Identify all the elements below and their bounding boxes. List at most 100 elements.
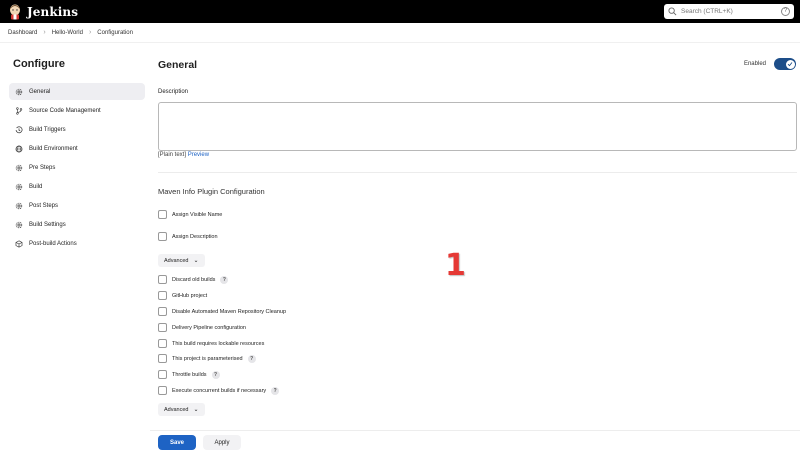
sidebar-item-build-environment[interactable]: Build Environment (9, 140, 145, 157)
sidebar-item-post-build-actions[interactable]: Post-build Actions (9, 235, 145, 252)
option-label: Discard old builds (172, 276, 216, 283)
enabled-label: Enabled (743, 61, 766, 67)
sidebar-item-label: Build Settings (29, 221, 66, 228)
branch-icon (16, 106, 23, 115)
description-textarea[interactable] (158, 102, 797, 151)
checkbox[interactable] (158, 275, 167, 284)
sidebar-item-label: Source Code Management (29, 107, 101, 114)
checkmark-icon (787, 62, 793, 67)
enabled-control: Enabled (744, 58, 796, 70)
sidebar-title: Configure (13, 58, 65, 70)
sidebar-item-label: Pre Steps (29, 164, 56, 171)
clock-icon (15, 125, 23, 133)
advanced-label: Advanced (164, 257, 189, 264)
preview-link[interactable]: Preview (188, 152, 209, 158)
option-label: Disable Automated Maven Repository Clean… (172, 308, 287, 315)
breadcrumb-configuration[interactable]: Configuration (97, 30, 133, 36)
checkbox[interactable] (158, 370, 167, 379)
sidebar-item-post-steps[interactable]: Post Steps (9, 197, 145, 214)
jenkins-logo-icon (10, 4, 20, 19)
gear-icon (15, 221, 23, 228)
chevron-down-icon: ⌄ (193, 258, 199, 264)
breadcrumb-dashboard[interactable]: Dashboard (8, 30, 37, 36)
save-button[interactable]: Save (158, 435, 196, 450)
chevron-right-icon: › (43, 29, 46, 36)
option-label: Delivery Pipeline configuration (172, 324, 246, 331)
sidebar-item-source-code-management[interactable]: Source Code Management (9, 102, 145, 119)
checkbox[interactable] (158, 354, 167, 363)
sidebar-item-label: Post-build Actions (29, 240, 77, 247)
option-concurrent-builds[interactable]: Execute concurrent builds if necessary ? (158, 386, 280, 395)
option-disable-maven-repo-cleanup[interactable]: Disable Automated Maven Repository Clean… (158, 307, 286, 316)
globe-icon (15, 145, 23, 152)
search-icon (668, 7, 677, 16)
search-box[interactable]: ? (664, 4, 794, 19)
checkbox[interactable] (158, 323, 167, 332)
configure-sidebar: Configure General Source Code Management… (0, 43, 150, 456)
option-label: GitHub project (172, 292, 208, 299)
option-label: Execute concurrent builds if necessary (172, 387, 267, 394)
search-input[interactable] (681, 8, 771, 15)
option-assign-visible-name[interactable]: Assign Visible Name (158, 210, 222, 219)
option-assign-description[interactable]: Assign Description (158, 232, 218, 241)
option-label: Assign Description (172, 233, 218, 240)
form-action-bar: Save Apply (150, 430, 800, 456)
search-help-icon[interactable]: ? (781, 6, 790, 16)
sidebar-item-label: Build Environment (29, 145, 78, 152)
option-discard-old-builds[interactable]: Discard old builds ? (158, 275, 229, 284)
checkbox[interactable] (158, 339, 167, 348)
sidebar-item-build[interactable]: Build (9, 178, 145, 195)
checkbox[interactable] (158, 210, 167, 219)
option-throttle-builds[interactable]: Throttle builds ? (158, 370, 220, 379)
apply-button[interactable]: Apply (203, 435, 241, 450)
plain-text-label: [Plain text] (158, 152, 187, 158)
help-icon[interactable]: ? (220, 275, 229, 284)
chevron-down-icon: ⌄ (193, 407, 199, 413)
gear-icon (15, 88, 23, 95)
sidebar-item-label: Build (29, 183, 43, 190)
gear-icon (15, 164, 23, 171)
enabled-toggle[interactable] (774, 58, 796, 70)
option-label: Throttle builds (172, 371, 207, 378)
option-lockable-resources[interactable]: This build requires lockable resources (158, 339, 264, 348)
breadcrumb-hello-world[interactable]: Hello-World (52, 30, 83, 36)
cube-icon (15, 239, 23, 248)
checkbox[interactable] (158, 307, 167, 316)
chevron-right-icon: › (88, 29, 92, 36)
option-parameterised[interactable]: This project is parameterised ? (158, 354, 256, 363)
advanced-label: Advanced (164, 406, 189, 413)
sidebar-item-pre-steps[interactable]: Pre Steps (9, 159, 145, 176)
help-icon[interactable]: ? (271, 386, 280, 395)
step-annotation-marker: 1 (445, 248, 466, 283)
option-label: This build requires lockable resources (172, 340, 265, 347)
jenkins-home-link[interactable]: Jenkins (8, 4, 78, 20)
sidebar-item-general[interactable]: General (9, 83, 145, 100)
option-label: Assign Visible Name (172, 211, 223, 218)
sidebar-item-label: Post Steps (29, 202, 59, 209)
page-title: General (158, 59, 198, 71)
help-icon[interactable]: ? (247, 354, 256, 363)
top-header: Jenkins ? (0, 0, 800, 23)
gear-icon (15, 183, 23, 190)
breadcrumb: Dashboard › Hello-World › Configuration (0, 23, 800, 43)
checkbox[interactable] (158, 386, 167, 395)
sidebar-nav: General Source Code Management Build Tri… (9, 83, 145, 254)
gear-icon (15, 202, 23, 209)
section-divider (158, 172, 797, 173)
jenkins-brand-name: Jenkins (27, 4, 79, 19)
option-label: This project is parameterised (172, 355, 243, 362)
general-advanced-button[interactable]: Advanced ⌄ (158, 403, 205, 416)
general-config-panel: General Enabled Description [Plain text]… (150, 43, 800, 430)
sidebar-item-label: Build Triggers (29, 126, 66, 133)
option-delivery-pipeline-configuration[interactable]: Delivery Pipeline configuration (158, 323, 246, 332)
maven-advanced-button[interactable]: Advanced ⌄ (158, 254, 205, 267)
help-icon[interactable]: ? (211, 370, 220, 379)
checkbox[interactable] (158, 232, 167, 241)
option-github-project[interactable]: GitHub project (158, 291, 207, 300)
maven-info-section-title: Maven Info Plugin Configuration (158, 187, 265, 196)
sidebar-item-label: General (29, 88, 51, 95)
checkbox[interactable] (158, 291, 167, 300)
sidebar-item-build-settings[interactable]: Build Settings (9, 216, 145, 233)
sidebar-item-build-triggers[interactable]: Build Triggers (9, 121, 145, 138)
description-format-hint: [Plain text] Preview (158, 152, 209, 158)
